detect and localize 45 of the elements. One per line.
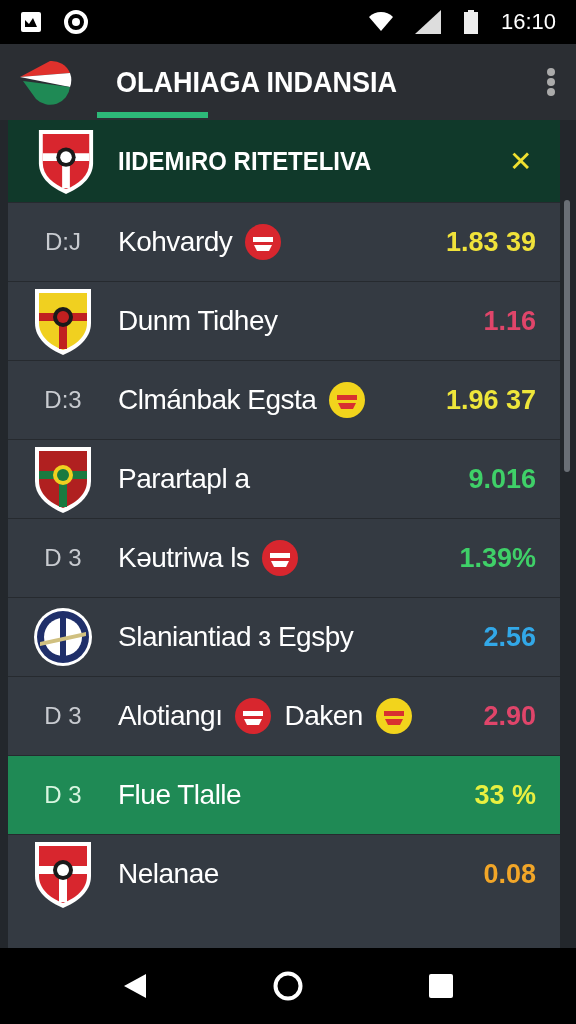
odds-value: 0.08: [483, 858, 536, 890]
team-name: Flue Tlalle: [118, 779, 242, 811]
match-code: D:J: [45, 228, 81, 256]
team-name: Daken: [284, 700, 363, 732]
odds-value: 2.90: [483, 700, 536, 732]
badge-icon: [374, 697, 413, 735]
team-name: Parartapl a: [118, 463, 250, 495]
team-name: Slaniantiad ɜ Egsþy: [118, 621, 354, 653]
match-row[interactable]: D 3 Flue Tlalle 33 %: [8, 756, 560, 834]
section-title: IIDEMıRO RITETELIVA: [118, 145, 373, 177]
recents-icon[interactable]: [427, 973, 454, 999]
team-name: Alotiangı: [118, 700, 223, 732]
badge-icon: [234, 697, 273, 735]
flag-logo: [20, 59, 72, 105]
image-icon: [20, 11, 42, 33]
odds-value: 1.83 39: [445, 226, 536, 258]
odds-value: 1.39%: [459, 542, 536, 574]
odds-value: 9.016: [468, 463, 536, 495]
match-code: D 3: [44, 702, 82, 730]
clock: 16:10: [500, 9, 556, 35]
match-code: D 3: [44, 781, 82, 809]
team-name: Kohvardy: [118, 226, 233, 258]
team-name: Clmánbak Egsta: [118, 384, 317, 416]
battery-icon: [462, 10, 479, 34]
record-icon: [64, 10, 88, 34]
home-icon[interactable]: [273, 971, 303, 1001]
wifi-icon: [368, 11, 393, 33]
crest-icon: [32, 606, 94, 668]
signal-icon: [414, 10, 441, 34]
team-name: Kəutriwa ls: [118, 542, 250, 574]
team-name: Dunm Tidhey: [118, 305, 278, 337]
match-code: D 3: [44, 544, 82, 572]
more-icon[interactable]: [546, 67, 556, 97]
team-name: Nelanae: [118, 858, 219, 890]
odds-value: 1.96 37: [445, 384, 536, 416]
odds-value: 2.56: [483, 621, 536, 653]
badge-icon: [244, 223, 283, 261]
badge-icon: [261, 539, 300, 577]
match-code: D:3: [44, 386, 82, 414]
odds-value: 1.16: [483, 305, 536, 337]
back-icon[interactable]: [122, 972, 149, 1000]
odds-value: 33 %: [474, 779, 536, 811]
close-button[interactable]: ✕: [505, 144, 536, 178]
badge-icon: [328, 381, 367, 419]
app-title: OLAHIAGA INDANSIA: [116, 65, 398, 99]
